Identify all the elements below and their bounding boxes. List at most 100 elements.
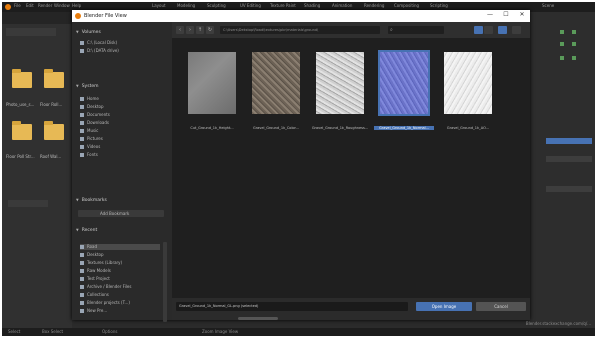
- workspace-tab-uv[interactable]: UV Editing: [240, 3, 261, 8]
- cancel-button[interactable]: Cancel: [476, 302, 526, 311]
- open-image-button[interactable]: Open Image: [416, 302, 472, 311]
- sidebar-item-fonts[interactable]: Fonts: [80, 152, 98, 158]
- sidebar-item-music[interactable]: Music: [80, 128, 98, 134]
- file-label[interactable]: Gravel_Ground_1k_Roughness...: [310, 126, 370, 130]
- sidebar-item-pictures[interactable]: Pictures: [80, 136, 103, 142]
- forward-arrow-icon[interactable]: ›: [186, 26, 194, 34]
- grid-icon[interactable]: [560, 56, 564, 60]
- sidebar-item-label: Desktop: [87, 104, 104, 109]
- workspace-tab-modeling[interactable]: Modeling: [177, 3, 195, 8]
- recent-item[interactable]: Raw Models: [80, 268, 111, 274]
- gear-icon[interactable]: [512, 26, 521, 34]
- filename-input[interactable]: Gravel_Ground_1k_Normal_GL.png (selected…: [176, 302, 408, 311]
- recent-item[interactable]: Textures (Library): [80, 260, 122, 266]
- font-icon: [80, 153, 84, 157]
- recent-header[interactable]: ▼ Recent: [76, 228, 97, 233]
- file-label-selected[interactable]: Gravel_Ground_1k_Normal...: [374, 126, 434, 130]
- folder-icon[interactable]: [44, 121, 64, 140]
- recent-item[interactable]: Desktop: [80, 252, 104, 258]
- grid-icon[interactable]: [572, 30, 576, 34]
- file-thumbnail-selected[interactable]: [378, 50, 430, 116]
- menu-window[interactable]: Window: [54, 3, 70, 8]
- horizontal-scrollbar[interactable]: [238, 317, 278, 320]
- maximize-button[interactable]: ☐: [500, 11, 512, 18]
- recent-item[interactable]: New Pre...: [80, 308, 107, 314]
- background-path-bar[interactable]: [6, 28, 56, 36]
- file-thumbnail[interactable]: [252, 52, 300, 114]
- file-browser-toolbar: ‹ › ↑ ↻ C:\Users\Dekstop\Road\textures\p…: [172, 22, 530, 38]
- grid-icon[interactable]: [560, 30, 564, 34]
- directory-path-input[interactable]: C:\Users\Dekstop\Road\textures\pbr\mater…: [220, 26, 380, 34]
- back-arrow-icon[interactable]: ‹: [176, 26, 184, 34]
- thumbnail-view-icon[interactable]: [474, 26, 483, 34]
- sidebar-item-volume[interactable]: D:\ (DATA drive): [80, 48, 119, 54]
- bookmarks-header[interactable]: ▼ Bookmarks: [76, 198, 107, 203]
- workspace-tab-sculpting[interactable]: Sculpting: [207, 3, 226, 8]
- workspace-tab-texture[interactable]: Texture Paint: [270, 3, 296, 8]
- status-bar: Select Box Select Options Zoom Image Vie…: [2, 328, 595, 336]
- workspace-tab-animation[interactable]: Animation: [332, 3, 352, 8]
- blender-logo-icon[interactable]: [5, 4, 11, 10]
- parent-dir-icon[interactable]: ↑: [196, 26, 204, 34]
- sidebar-item-volume[interactable]: C:\ (Local Disk): [80, 40, 117, 46]
- list-view-icon[interactable]: [484, 26, 493, 34]
- file-thumbnail[interactable]: [188, 52, 236, 114]
- recent-item[interactable]: Road: [80, 244, 160, 250]
- menu-file[interactable]: File: [14, 3, 21, 8]
- recent-item[interactable]: Collections: [80, 292, 109, 298]
- minimize-button[interactable]: —: [484, 11, 496, 18]
- sidebar-item-downloads[interactable]: Downloads: [80, 120, 109, 126]
- folder-label: Roof Wal...: [40, 154, 62, 159]
- folder-icon[interactable]: [12, 121, 32, 140]
- scene-selector[interactable]: Scene: [542, 3, 554, 8]
- dialog-title-bar[interactable]: Blender File View — ☐ ✕: [72, 10, 530, 22]
- system-header-label: System: [81, 84, 99, 89]
- properties-selected-row[interactable]: [546, 138, 592, 144]
- recent-item[interactable]: Test Project: [80, 276, 110, 282]
- blender-logo-icon: [75, 13, 81, 19]
- file-thumbnail[interactable]: [316, 52, 364, 114]
- sidebar-item-desktop[interactable]: Desktop: [80, 104, 104, 110]
- system-header[interactable]: ▼ System: [76, 84, 98, 89]
- file-label[interactable]: Cut_Ground_1k_Height...: [182, 126, 242, 130]
- background-dropdown[interactable]: [8, 200, 48, 207]
- folder-icon: [80, 301, 84, 305]
- recent-item[interactable]: Blender projects (T...): [80, 300, 130, 306]
- sidebar-scrollbar[interactable]: [163, 242, 167, 322]
- volumes-header[interactable]: ▼ Volumes: [76, 30, 101, 35]
- add-bookmark-button[interactable]: Add Bookmark: [78, 210, 164, 217]
- properties-field[interactable]: [546, 186, 592, 192]
- workspace-tab-shading[interactable]: Shading: [304, 3, 320, 8]
- refresh-icon[interactable]: ↻: [206, 26, 214, 34]
- grid-icon[interactable]: [560, 42, 564, 46]
- grid-icon[interactable]: [572, 42, 576, 46]
- file-label[interactable]: Gravel_Ground_1k_AO...: [438, 126, 498, 130]
- workspace-tab-scripting[interactable]: Scripting: [430, 3, 448, 8]
- sidebar-item-videos[interactable]: Videos: [80, 144, 100, 150]
- close-button[interactable]: ✕: [516, 11, 528, 18]
- folder-icon[interactable]: [12, 69, 32, 88]
- menu-edit[interactable]: Edit: [26, 3, 34, 8]
- video-icon: [80, 145, 84, 149]
- folder-icon[interactable]: [44, 69, 64, 88]
- sidebar-item-home[interactable]: Home: [80, 96, 99, 102]
- music-icon: [80, 129, 84, 133]
- workspace-tab-compositing[interactable]: Compositing: [394, 3, 419, 8]
- status-options: Options: [102, 329, 118, 334]
- properties-field[interactable]: [546, 156, 592, 162]
- file-thumbnail[interactable]: [444, 52, 492, 114]
- sidebar-item-documents[interactable]: Documents: [80, 112, 110, 118]
- recent-item[interactable]: Archive / Blender Files: [80, 284, 131, 290]
- recent-item-label: Raw Models: [87, 268, 111, 273]
- search-input[interactable]: ⌕: [388, 26, 444, 34]
- workspace-tab-layout[interactable]: Layout: [152, 3, 166, 8]
- folder-icon: [80, 309, 84, 313]
- menu-render[interactable]: Render: [38, 3, 52, 8]
- filter-icon[interactable]: [498, 26, 507, 34]
- download-icon: [80, 121, 84, 125]
- file-label[interactable]: Gravel_Ground_1k_Color...: [246, 126, 306, 130]
- menu-help[interactable]: Help: [72, 3, 81, 8]
- sidebar-item-label: Music: [87, 128, 99, 133]
- workspace-tab-rendering[interactable]: Rendering: [364, 3, 384, 8]
- grid-icon[interactable]: [572, 56, 576, 60]
